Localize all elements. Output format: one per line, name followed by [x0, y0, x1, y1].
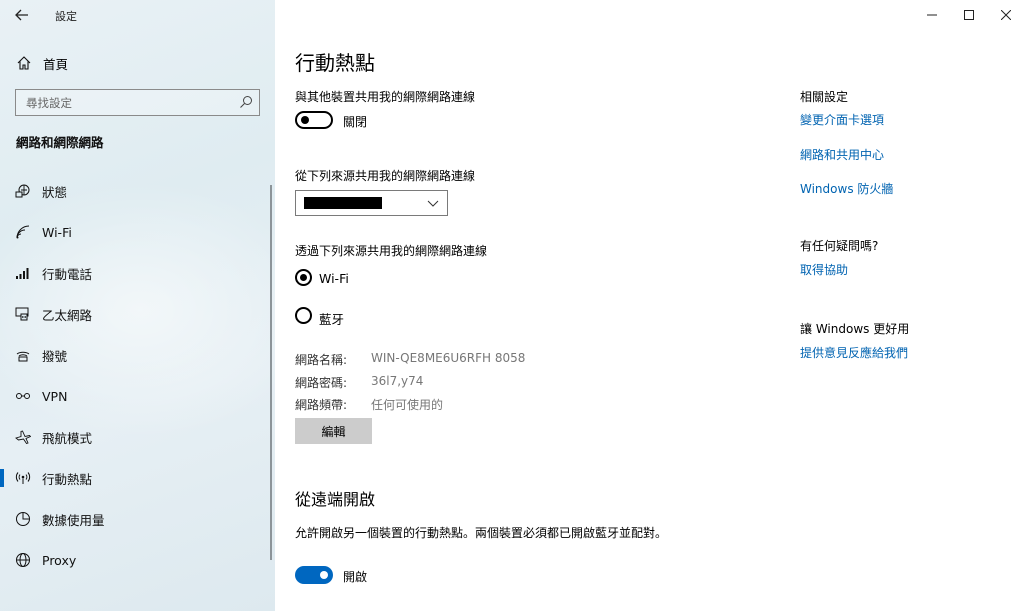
- sidebar-item-proxy[interactable]: Proxy: [0, 543, 270, 577]
- app-title: 設定: [55, 10, 77, 23]
- sidebar-item-dialup[interactable]: 撥號: [0, 338, 270, 372]
- globe-icon: [16, 553, 30, 567]
- sidebar-item-data-usage[interactable]: 數據使用量: [0, 502, 270, 536]
- toggle-knob: [301, 116, 309, 124]
- sidebar-item-airplane[interactable]: 飛航模式: [0, 420, 270, 454]
- remote-toggle[interactable]: [295, 566, 333, 584]
- edit-button[interactable]: 編輯: [295, 418, 372, 444]
- sidebar-item-ethernet[interactable]: 乙太網路: [0, 297, 270, 331]
- network-band-value: 任何可使用的: [371, 398, 444, 412]
- sidebar-scrollbar[interactable]: [270, 185, 272, 560]
- cellular-icon: [16, 268, 29, 279]
- airplane-icon: [15, 430, 31, 445]
- link-get-help[interactable]: 取得協助: [800, 261, 848, 278]
- sidebar-item-label: 狀態: [42, 184, 68, 200]
- ethernet-icon: [15, 307, 29, 321]
- vpn-icon: [16, 393, 30, 399]
- network-name-key: 網路名稱:: [295, 353, 348, 367]
- sidebar-section-title: 網路和網際網路: [16, 135, 104, 150]
- dialup-icon: [16, 351, 30, 362]
- sidebar-item-label: 撥號: [42, 348, 68, 364]
- sidebar-item-label: 飛航模式: [42, 430, 93, 446]
- network-password-value: 36l7,y74: [371, 374, 424, 388]
- sidebar-item-hotspot[interactable]: 行動熱點: [0, 461, 270, 495]
- sidebar-item-wifi[interactable]: Wi-Fi: [0, 215, 270, 249]
- wifi-icon: [16, 225, 30, 239]
- radio-bluetooth-label: 藍牙: [319, 312, 345, 327]
- sidebar-item-label: 數據使用量: [42, 512, 105, 528]
- hotspot-icon: [15, 472, 31, 484]
- sidebar-item-label: Wi-Fi: [42, 224, 72, 240]
- sidebar-item-label: 行動電話: [42, 266, 93, 282]
- search-input[interactable]: [16, 90, 236, 115]
- via-label: 透過下列來源共用我的網際網路連線: [295, 244, 488, 258]
- sidebar: 設定 首頁 網路和網際網路 狀態 Wi-Fi: [0, 0, 275, 611]
- remote-section-title: 從遠端開啟: [295, 490, 376, 509]
- search-icon[interactable]: [239, 95, 253, 109]
- share-label: 與其他裝置共用我的網際網路連線: [295, 90, 476, 104]
- back-button[interactable]: [10, 5, 34, 25]
- help-title: 有任何疑問嗎?: [800, 239, 879, 253]
- sidebar-item-vpn[interactable]: VPN: [0, 379, 270, 413]
- sidebar-item-home[interactable]: 首頁: [0, 50, 275, 76]
- source-dropdown[interactable]: [295, 190, 448, 216]
- remote-description: 允許開啟另一個裝置的行動熱點。兩個裝置必須都已開啟藍牙並配對。: [295, 526, 668, 540]
- link-network-sharing-center[interactable]: 網路和共用中心: [800, 146, 884, 163]
- share-toggle[interactable]: [295, 111, 333, 129]
- search-box[interactable]: [15, 89, 260, 116]
- link-windows-firewall[interactable]: Windows 防火牆: [800, 180, 893, 197]
- link-give-feedback[interactable]: 提供意見反應給我們: [800, 344, 908, 361]
- data-usage-icon: [16, 512, 30, 526]
- chevron-down-icon: [427, 200, 439, 207]
- redacted-value: [304, 197, 382, 209]
- radio-wifi[interactable]: [295, 269, 312, 286]
- sidebar-item-label: 首頁: [43, 56, 69, 72]
- sidebar-item-label: 行動熱點: [42, 471, 93, 487]
- sidebar-item-label: 乙太網路: [42, 307, 93, 323]
- radio-bluetooth[interactable]: [295, 307, 312, 324]
- main-content: 行動熱點 與其他裝置共用我的網際網路連線 關閉 從下列來源共用我的網際網路連線 …: [275, 0, 1024, 611]
- sidebar-header: 設定: [0, 0, 275, 30]
- network-password-key: 網路密碼:: [295, 376, 348, 390]
- radio-wifi-label: Wi-Fi: [319, 271, 349, 286]
- network-name-value: WIN-QE8ME6U6RFH 8058: [371, 351, 526, 365]
- toggle-knob: [320, 571, 328, 579]
- related-settings-title: 相關設定: [800, 90, 849, 104]
- sidebar-item-label: VPN: [42, 388, 68, 404]
- share-toggle-state: 關閉: [343, 115, 368, 129]
- back-arrow-icon: [15, 9, 28, 21]
- sidebar-item-cellular[interactable]: 行動電話: [0, 256, 270, 290]
- source-label: 從下列來源共用我的網際網路連線: [295, 169, 476, 183]
- page-title: 行動熱點: [295, 51, 375, 75]
- home-icon: [17, 56, 31, 70]
- sidebar-item-label: Proxy: [42, 552, 77, 568]
- status-icon: [15, 184, 30, 198]
- feedback-title: 讓 Windows 更好用: [800, 322, 910, 336]
- sidebar-item-status[interactable]: 狀態: [0, 174, 270, 208]
- network-band-key: 網路頻帶:: [295, 398, 348, 412]
- link-adapter-options[interactable]: 變更介面卡選項: [800, 111, 884, 128]
- remote-toggle-state: 開啟: [343, 570, 368, 584]
